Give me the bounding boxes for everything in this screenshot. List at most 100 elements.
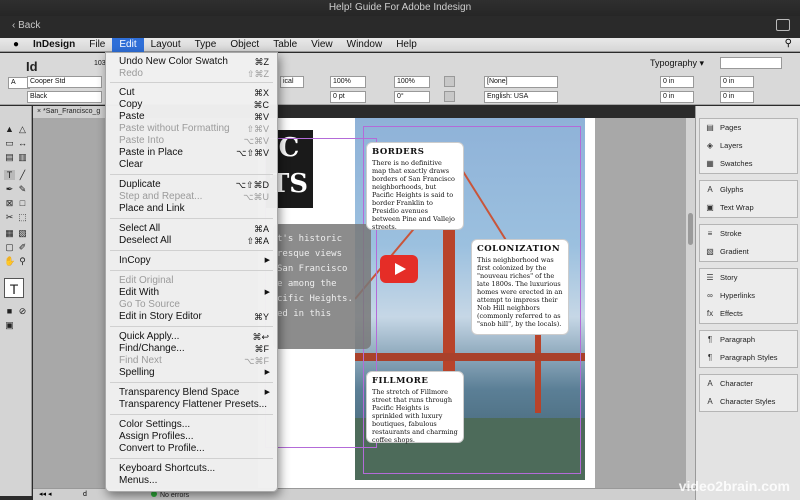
menu-window[interactable]: Window [340,38,390,52]
fullscreen-icon[interactable] [776,19,790,31]
colonization-card[interactable]: COLONIZATION This neighborhood was first… [471,239,569,335]
font-style-field[interactable]: Black [27,91,102,103]
fillmore-card[interactable]: FILLMORE The stretch of Fillmore street … [366,371,464,444]
menu-item-clear[interactable]: Clear [106,159,277,171]
panel-gradient[interactable]: ▧ Gradient [700,243,797,261]
menu-item-undo-new-color-swatch[interactable]: Undo New Color Swatch ⌘Z [106,56,277,68]
gradient-feather-tool-icon[interactable]: ▧ [17,228,28,238]
menu-item-incopy[interactable]: InCopy ▶ [106,255,277,267]
type-tool-icon[interactable]: T [4,170,15,180]
panel-story[interactable]: ☰ Story [700,269,797,287]
rectangle-frame-tool-icon[interactable]: ⊠ [4,198,15,208]
borders-card[interactable]: BORDERS There is no definitive map that … [366,142,464,231]
pencil-tool-icon[interactable]: ✎ [17,184,28,194]
menu-type[interactable]: Type [188,38,224,52]
menu-item-menus[interactable]: Menus... [106,475,277,487]
rectangle-tool-icon[interactable]: □ [17,198,28,208]
menu-file[interactable]: File [82,38,112,52]
menu-item-place-and-link[interactable]: Place and Link [106,203,277,215]
spotlight-search-icon[interactable]: ⚲ [785,38,792,49]
gradient-swatch-tool-icon[interactable]: ▦ [4,228,15,238]
content-placer-icon[interactable]: ▥ [17,152,28,162]
video-play-icon[interactable] [380,255,418,283]
note-tool-icon[interactable]: ▢ [4,242,15,252]
panel-stroke[interactable]: ≡ Stroke [700,225,797,243]
menu-edit[interactable]: Edit [112,37,144,52]
search-field[interactable] [720,57,782,69]
character-style-field[interactable]: [None] [484,76,558,88]
apply-color-icon[interactable]: ■ [4,306,15,316]
back-button[interactable]: ‹ Back [12,20,40,31]
free-transform-tool-icon[interactable]: ⬚ [17,212,28,222]
right-indent-field[interactable]: 0 in [720,76,754,88]
menu-item-assign-profiles[interactable]: Assign Profiles... [106,431,277,443]
page-nav-arrows[interactable]: ◂◂ ◂ [39,489,52,500]
text-stroke-button[interactable] [444,91,455,102]
horizontal-scale-field[interactable]: 100% [394,76,430,88]
menu-item-edit-with[interactable]: Edit With ▶ [106,287,277,299]
menu-item-paste-in-place[interactable]: Paste in Place ⌥⇧⌘V [106,147,277,159]
gap-tool-icon[interactable]: ↔ [17,138,28,148]
leading-field[interactable]: ical [280,76,304,88]
first-line-indent-field[interactable]: 0 in [660,91,694,103]
menu-item-copy[interactable]: Copy ⌘C [106,99,277,111]
overlay-text-box[interactable]: t's historic resque views San Francisco … [273,224,371,349]
menu-item-duplicate[interactable]: Duplicate ⌥⇧⌘D [106,179,277,191]
apple-menu-icon[interactable]: ● [6,39,26,50]
fill-stroke-icon[interactable]: T [4,278,24,298]
vertical-scrollbar[interactable] [686,118,695,488]
selection-tool-icon[interactable]: ▲ [4,124,15,134]
menu-view[interactable]: View [304,38,340,52]
menu-item-quick-apply[interactable]: Quick Apply... ⌘↩ [106,331,277,343]
menu-item-cut[interactable]: Cut ⌘X [106,87,277,99]
panel-character[interactable]: A Character [700,375,797,393]
vertical-scale-field[interactable]: 100% [330,76,366,88]
menu-help[interactable]: Help [389,38,424,52]
menu-item-transparency-blend-space[interactable]: Transparency Blend Space ▶ [106,387,277,399]
last-line-indent-field[interactable]: 0 in [720,91,754,103]
menu-item-edit-in-story-editor[interactable]: Edit in Story Editor ⌘Y [106,311,277,323]
panel-paragraph-styles[interactable]: ¶ Paragraph Styles [700,349,797,367]
skew-field[interactable]: 0° [394,91,430,103]
hand-tool-icon[interactable]: ✋ [4,256,15,266]
panel-layers[interactable]: ◈ Layers [700,137,797,155]
eyedropper-tool-icon[interactable]: ✐ [17,242,28,252]
pen-tool-icon[interactable]: ✒ [4,184,15,194]
text-fill-button[interactable] [444,76,455,87]
panel-glyphs[interactable]: A Glyphs [700,181,797,199]
menu-item-transparency-flattener-presets[interactable]: Transparency Flattener Presets... [106,399,277,411]
panel-effects[interactable]: fx Effects [700,305,797,323]
baseline-shift-field[interactable]: 0 pt [330,91,366,103]
menu-layout[interactable]: Layout [144,38,188,52]
menu-item-select-all[interactable]: Select All ⌘A [106,223,277,235]
normal-view-icon[interactable]: ▣ [4,320,15,330]
apply-none-icon[interactable]: ⊘ [17,306,28,316]
language-field[interactable]: English: USA [484,91,558,103]
line-tool-icon[interactable]: ╱ [17,170,28,180]
menu-item-color-settings[interactable]: Color Settings... [106,419,277,431]
menu-item-convert-to-profile[interactable]: Convert to Profile... [106,443,277,455]
menu-item-find-change[interactable]: Find/Change... ⌘F [106,343,277,355]
menu-item-spelling[interactable]: Spelling ▶ [106,367,277,379]
menu-object[interactable]: Object [223,38,266,52]
panel-pages[interactable]: ▤ Pages [700,119,797,137]
panel-character-styles[interactable]: A Character Styles [700,393,797,411]
left-indent-field[interactable]: 0 in [660,76,694,88]
page-tool-icon[interactable]: ▭ [4,138,15,148]
menu-item-paste[interactable]: Paste ⌘V [106,111,277,123]
panel-swatches[interactable]: ▦ Swatches [700,155,797,173]
page-number[interactable]: d [83,489,87,500]
font-family-field[interactable]: Cooper Std [27,76,102,88]
menu-table[interactable]: Table [266,38,304,52]
panel-text-wrap[interactable]: ▣ Text Wrap [700,199,797,217]
zoom-tool-icon[interactable]: ⚲ [17,256,28,266]
scroll-thumb[interactable] [688,213,693,245]
content-collector-icon[interactable]: ▤ [4,152,15,162]
menu-app-name[interactable]: InDesign [26,38,82,52]
panel-hyperlinks[interactable]: ∞ Hyperlinks [700,287,797,305]
workspace-switcher[interactable]: Typography ▾ [650,58,704,69]
scissors-tool-icon[interactable]: ✂ [4,212,15,222]
menu-item-keyboard-shortcuts[interactable]: Keyboard Shortcuts... [106,463,277,475]
panel-paragraph[interactable]: ¶ Paragraph [700,331,797,349]
menu-item-deselect-all[interactable]: Deselect All ⇧⌘A [106,235,277,247]
